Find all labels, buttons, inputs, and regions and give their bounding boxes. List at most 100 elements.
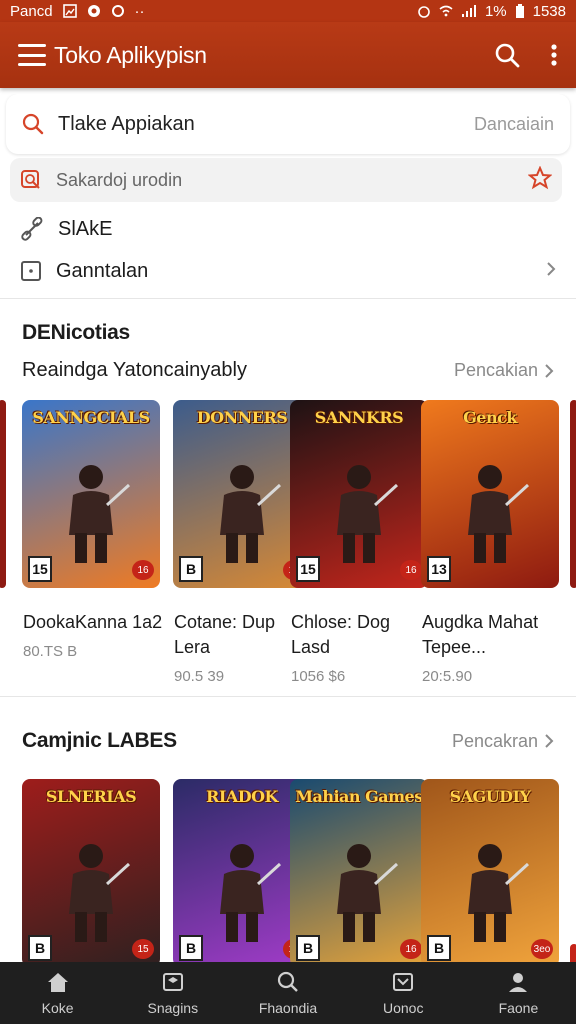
overflow-menu-icon[interactable] [550, 43, 558, 67]
nav-item-home[interactable]: Koke [0, 962, 115, 1024]
games-icon [161, 971, 185, 996]
row-item-settings[interactable]: Ganntalan [0, 250, 576, 292]
search-icon [276, 971, 300, 996]
chevron-right-icon [546, 260, 556, 283]
app-name: DookaKanna 1a2 [23, 612, 163, 632]
main-content: Tlake Appiakan Dancaiain Sakardoj urodin… [0, 94, 576, 962]
section-more-label: Pencakran [451, 730, 538, 751]
nav-label: Snagins [147, 999, 199, 1016]
row-item-label: Ganntalan [56, 259, 149, 282]
app-card[interactable]: Mahian Games B 16 [290, 779, 428, 962]
nav-item-search[interactable]: Fhaondia [230, 962, 345, 1024]
more-dots-icon: ·· [134, 2, 145, 20]
price-badge: 16 [400, 560, 422, 580]
app-carousel[interactable]: SLNERIASB15RIADOKB16Mahian GamesB16SAGUD… [0, 779, 576, 962]
app-card-title: SLNERIAS [45, 787, 137, 806]
app-card[interactable]: SANNKRS 15 16 [290, 400, 428, 588]
chevron-right-icon [545, 363, 554, 378]
gallery-icon [62, 4, 77, 18]
nav-item-updates[interactable]: Uonoc [346, 962, 461, 1024]
updates-icon [391, 971, 415, 996]
star-icon[interactable] [527, 164, 553, 195]
hero-artwork [319, 834, 399, 949]
hero-artwork [202, 455, 282, 570]
age-rating-badge: B [296, 935, 320, 961]
search-box-icon [21, 170, 40, 189]
app-card[interactable]: SAGUDIY B 3eo [421, 779, 559, 962]
age-rating-badge: B [179, 935, 203, 961]
clock: 1538 [532, 2, 566, 20]
app-card[interactable]: Genck 13 [421, 400, 559, 588]
square-dot-icon [21, 261, 41, 281]
nav-label: Uonoc [382, 999, 424, 1016]
app-meta[interactable]: Chlose: Dog Lasd 1056 $6 [291, 610, 431, 685]
menu-icon[interactable] [18, 44, 46, 66]
hero-artwork [202, 834, 282, 949]
price-badge: 16 [132, 560, 154, 580]
chevron-right-icon [545, 734, 554, 748]
search-right-label[interactable]: Dancaiain [474, 114, 554, 135]
signal-icon [461, 5, 476, 17]
hero-artwork [450, 834, 530, 949]
app-card-title: Genck [463, 408, 517, 427]
section-header: Camjnic LABES Pencakran [0, 703, 576, 753]
app-title: Toko Aplikypisn [54, 41, 207, 68]
sync-icon [111, 5, 124, 17]
carousel-peek-right [570, 944, 576, 962]
secondary-search-query: Sakardoj urodin [56, 169, 183, 190]
nav-label: Koke [41, 999, 74, 1016]
app-name: Augdka Mahat Tepee... [422, 612, 539, 657]
app-card[interactable]: SLNERIAS B 15 [22, 779, 160, 962]
hero-artwork [51, 455, 131, 570]
nav-label: Faone [498, 999, 539, 1016]
row-item-stake[interactable]: SlAkE [0, 208, 576, 250]
carousel-peek-right [570, 400, 576, 588]
link-icon [21, 217, 43, 241]
carousel-peek-left [0, 400, 6, 588]
section-more-link[interactable]: Pencakran [452, 731, 554, 752]
app-meta[interactable]: DookaKanna 1a2 80.TS B [23, 610, 163, 660]
section-more-label: Pencakian [453, 360, 538, 380]
app-meta-row: DookaKanna 1a2 80.TS B Cotane: Dup Lera 90.… [0, 600, 576, 710]
age-rating-badge: B [179, 556, 203, 582]
app-size: 20:5.90 [422, 668, 473, 685]
profile-icon [506, 971, 530, 996]
section-title: DENicotias [22, 321, 130, 344]
nav-item-games[interactable]: Snagins [115, 962, 230, 1024]
nav-label: Fhaondia [258, 999, 318, 1016]
app-card-title: SANNKRS [314, 408, 404, 427]
age-rating-badge: B [427, 935, 451, 961]
wifi-icon [439, 5, 453, 17]
search-query: Tlake Appiakan [58, 112, 195, 135]
age-rating-badge: 15 [28, 556, 52, 582]
hero-artwork [450, 455, 530, 570]
age-rating-badge: 13 [427, 556, 451, 582]
divider [0, 298, 576, 299]
nav-item-profile[interactable]: Faone [461, 962, 576, 1024]
app-card[interactable]: SANNGCIALS 15 16 [22, 400, 160, 588]
section-subheader: Reaindga Yatoncainyably Pencakian [0, 345, 576, 382]
battery-icon [515, 3, 524, 18]
bottom-navigation: Koke Snagins Fhaondia Uonoc Faone [0, 962, 576, 1024]
price-badge: 3eo [531, 939, 553, 959]
app-card-title: SANNGCIALS [32, 408, 150, 427]
battery-percent: 1% [484, 2, 507, 20]
app-name: Chlose: Dog Lasd [291, 612, 391, 657]
section-more-link[interactable]: Pencakian [454, 360, 554, 381]
search-icon [22, 113, 44, 135]
hero-artwork [51, 834, 131, 949]
secondary-search-field[interactable]: Sakardoj urodin [10, 158, 562, 202]
status-bar: Pancd ·· 1% 1538 [0, 0, 576, 22]
app-meta[interactable]: Augdka Mahat Tepee... 20:5.90 [422, 610, 562, 685]
price-badge: 15 [132, 939, 154, 959]
age-rating-badge: B [28, 935, 52, 961]
search-icon[interactable] [494, 42, 520, 68]
app-carousel[interactable]: SANNGCIALS1516DONNERSB15SANNKRS1516Genck… [0, 400, 576, 600]
carrier-label: Pancd [10, 2, 53, 20]
home-icon [46, 971, 70, 996]
price-badge: 16 [400, 939, 422, 959]
hero-artwork [319, 455, 399, 570]
row-item-label: SlAkE [58, 217, 113, 240]
app-size: 1056 $6 [291, 668, 346, 685]
search-field[interactable]: Tlake Appiakan Dancaiain [6, 94, 570, 154]
